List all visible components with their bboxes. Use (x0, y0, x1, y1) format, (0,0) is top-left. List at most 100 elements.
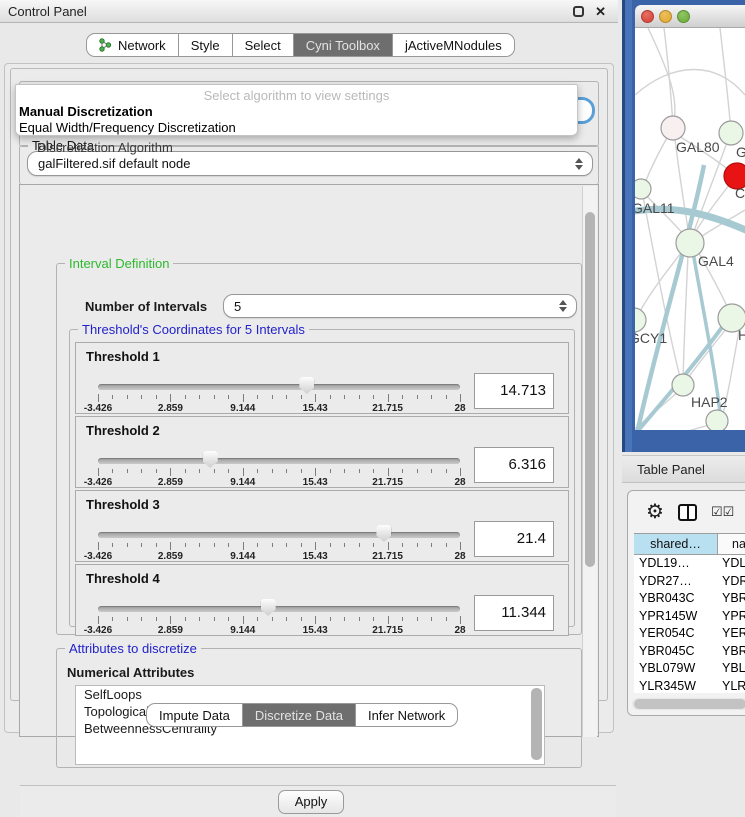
threshold-value-field[interactable]: 14.713 (474, 373, 554, 409)
network-node[interactable] (635, 179, 651, 199)
attribute-list-item[interactable]: SelfLoops (76, 686, 544, 703)
table-cell[interactable]: YBR0 (718, 643, 745, 661)
scrollbar-thumb[interactable] (634, 699, 745, 709)
table-cell[interactable]: YBR0 (718, 590, 745, 608)
table-cell[interactable]: YBR043C (634, 590, 718, 608)
split-view-icon[interactable] (678, 504, 697, 521)
slider-track[interactable] (98, 458, 460, 464)
slider-thumb[interactable] (376, 525, 391, 542)
tick-mark (272, 543, 273, 547)
tab-select[interactable]: Select (233, 33, 294, 57)
tick-mark (301, 543, 302, 547)
zoom-traffic-light[interactable] (677, 10, 690, 23)
tab-style[interactable]: Style (179, 33, 233, 57)
bottom-tab-impute-data[interactable]: Impute Data (146, 703, 243, 727)
tick-mark (359, 469, 360, 473)
threshold-value-field[interactable]: 11.344 (474, 595, 554, 631)
settings-vertical-scrollbar[interactable] (582, 186, 597, 737)
scale-label: 2.859 (158, 625, 183, 636)
tick-mark (141, 617, 142, 621)
table-row[interactable]: YLR345WYLR3 (634, 678, 745, 694)
minimize-traffic-light[interactable] (659, 10, 672, 23)
attributes-list-scrollbar[interactable] (531, 688, 542, 760)
column-header-0[interactable]: shared… (634, 534, 718, 554)
algorithm-option-manual-discretization[interactable]: Manual Discretization (19, 104, 153, 119)
gear-icon[interactable]: ⚙ (646, 502, 664, 522)
number-of-intervals-combobox[interactable]: 5 (223, 294, 577, 318)
slider-track[interactable] (98, 384, 460, 390)
network-node[interactable] (635, 308, 646, 332)
column-header-1[interactable]: na (718, 534, 745, 554)
tab-cyni-toolbox[interactable]: Cyni Toolbox (294, 33, 393, 57)
bottom-tab-infer-network[interactable]: Infer Network (356, 703, 458, 727)
network-window-titlebar[interactable] (635, 5, 745, 28)
threshold-value-field[interactable]: 21.4 (474, 521, 554, 557)
tick-mark (446, 395, 447, 399)
table-cell[interactable]: YBR045C (634, 643, 718, 661)
threshold-slider[interactable]: -3.4262.8599.14415.4321.71528 (98, 529, 460, 559)
table-cell[interactable]: YDR2 (718, 573, 745, 591)
close-icon[interactable]: ✕ (595, 4, 606, 20)
tick-mark (388, 616, 389, 624)
tick-mark (98, 616, 99, 624)
scrollbar-thumb[interactable] (585, 212, 595, 567)
slider-thumb[interactable] (203, 451, 218, 468)
tab-jactivemnodules[interactable]: jActiveMNodules (393, 33, 515, 57)
slider-thumb[interactable] (261, 599, 276, 616)
network-node[interactable] (719, 121, 743, 145)
slider-scale-labels: -3.4262.8599.14415.4321.71528 (98, 551, 460, 563)
network-edge (645, 136, 668, 183)
close-traffic-light[interactable] (641, 10, 654, 23)
threshold-slider[interactable]: -3.4262.8599.14415.4321.71528 (98, 455, 460, 485)
tab-network[interactable]: Network (86, 33, 179, 57)
table-row[interactable]: YBR043CYBR0 (634, 590, 745, 608)
threshold-group-3: Threshold 3-3.4262.8599.14415.4321.71528… (75, 490, 569, 562)
table-panel-header[interactable]: Table Panel (622, 455, 745, 483)
table-cell[interactable]: YLR345W (634, 678, 718, 694)
slider-thumb[interactable] (299, 377, 314, 394)
algorithm-option-equal-width-frequency[interactable]: Equal Width/Frequency Discretization (19, 120, 236, 135)
table-cell[interactable]: YBL079W (634, 660, 718, 678)
slider-scale-labels: -3.4262.8599.14415.4321.71528 (98, 477, 460, 489)
network-node[interactable] (661, 116, 685, 140)
tick-mark (170, 542, 171, 550)
table-cell[interactable]: YER0 (718, 625, 745, 643)
table-horizontal-scrollbar[interactable] (632, 698, 745, 710)
tick-mark (431, 395, 432, 399)
table-cell[interactable]: YBL0 (718, 660, 745, 678)
slider-track[interactable] (98, 532, 460, 538)
table-row[interactable]: YER054CYER0 (634, 625, 745, 643)
table-cell[interactable]: YDR27… (634, 573, 718, 591)
table-cell[interactable]: YPR145W (634, 608, 718, 626)
table-cell[interactable]: YDL19… (634, 555, 718, 573)
checkbox-icon[interactable]: ☑☑ (711, 504, 734, 520)
table-cell[interactable]: YDL1 (718, 555, 745, 573)
node-label: H (738, 327, 745, 343)
scale-label: 9.144 (230, 551, 255, 562)
network-node[interactable] (706, 410, 728, 430)
tick-mark (431, 543, 432, 547)
interval-definition-box: Interval Definition Number of Intervals … (56, 263, 582, 635)
table-cell[interactable]: YLR3 (718, 678, 745, 694)
network-canvas[interactable]: GAL80GACGAL11GAL4GCY1HHAP2 (635, 28, 745, 430)
float-window-icon[interactable] (573, 6, 584, 17)
threshold-group-4: Threshold 4-3.4262.8599.14415.4321.71528… (75, 564, 569, 636)
bottom-tab-discretize-data[interactable]: Discretize Data (243, 703, 356, 727)
table-row[interactable]: YDL19…YDL1 (634, 555, 745, 573)
table-row[interactable]: YDR27…YDR2 (634, 573, 745, 591)
network-node[interactable] (672, 374, 694, 396)
tick-mark (344, 617, 345, 621)
table-row[interactable]: YBR045CYBR0 (634, 643, 745, 661)
threshold-slider[interactable]: -3.4262.8599.14415.4321.71528 (98, 381, 460, 411)
threshold-value-field[interactable]: 6.316 (474, 447, 554, 483)
table-row[interactable]: YPR145WYPR1 (634, 608, 745, 626)
node-label: GAL80 (676, 139, 720, 155)
threshold-slider[interactable]: -3.4262.8599.14415.4321.71528 (98, 603, 460, 633)
table-cell[interactable]: YER054C (634, 625, 718, 643)
slider-track[interactable] (98, 606, 460, 612)
table-cell[interactable]: YPR1 (718, 608, 745, 626)
apply-button[interactable]: Apply (278, 790, 344, 814)
tick-mark (228, 469, 229, 473)
tick-mark (199, 395, 200, 399)
table-row[interactable]: YBL079WYBL0 (634, 660, 745, 678)
